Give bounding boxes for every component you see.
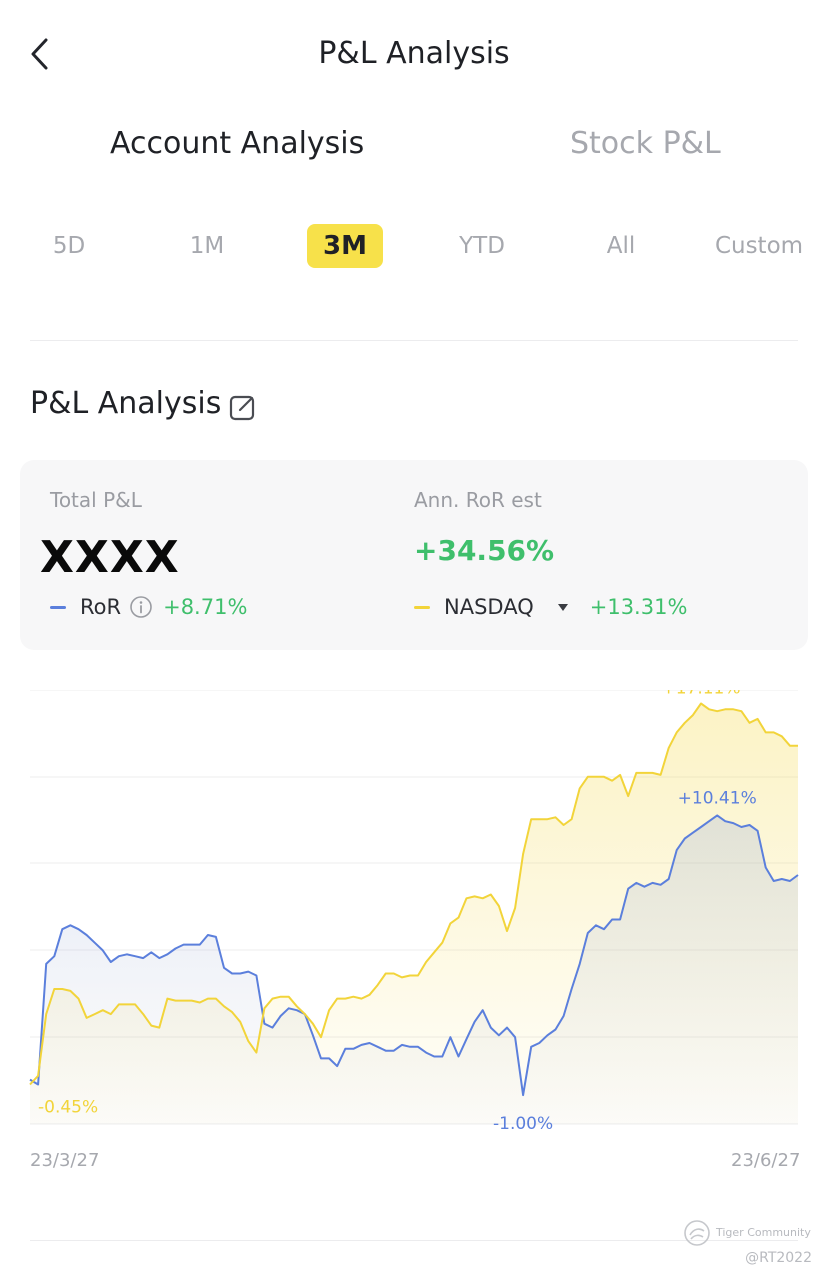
period-selector: 5D 1M 3M YTD All Custom [0, 224, 828, 268]
section-title: P&L Analysis [30, 386, 222, 421]
benchmark-label: NASDAQ [444, 595, 534, 619]
divider [30, 340, 798, 341]
top-bar: P&L Analysis [0, 0, 828, 110]
series-area-ror [30, 815, 798, 1124]
period-all[interactable]: All [592, 224, 650, 268]
x-axis-start-label: 23/3/27 [30, 1150, 100, 1171]
ann-ror-value: +34.56% [414, 534, 555, 567]
data-label: -1.00% [493, 1114, 553, 1130]
tab-stock-pnl[interactable]: Stock P&L [570, 126, 721, 161]
watermark-brand: Tiger Community [716, 1226, 811, 1239]
tiger-community-logo-icon [684, 1220, 710, 1246]
ror-swatch [50, 605, 66, 609]
legend-benchmark[interactable]: NASDAQ +13.31% [414, 592, 687, 622]
period-3m[interactable]: 3M [307, 224, 383, 268]
ann-ror-label: Ann. RoR est [414, 488, 542, 512]
tab-account-analysis[interactable]: Account Analysis [110, 126, 364, 161]
caret-down-icon[interactable] [556, 600, 570, 614]
info-icon[interactable] [129, 595, 153, 619]
data-label: +10.41% [678, 788, 757, 808]
total-pnl-label: Total P&L [50, 488, 142, 512]
period-1m[interactable]: 1M [176, 224, 238, 268]
data-label: -0.45% [38, 1098, 98, 1118]
watermark: Tiger Community @RT2022 [682, 1216, 812, 1272]
ror-label: RoR [80, 595, 122, 619]
period-ytd[interactable]: YTD [448, 224, 516, 268]
ror-value: +8.71% [163, 595, 248, 619]
total-pnl-value: XXXX [40, 532, 180, 583]
watermark-user: @RT2022 [745, 1250, 812, 1266]
page-title: P&L Analysis [318, 36, 510, 71]
x-axis-end-label: 23/6/27 [731, 1150, 801, 1171]
pnl-chart-svg: -0.45% -1.00% +17.11% +10.41% [29, 690, 799, 1130]
pnl-chart: -0.45% -1.00% +17.11% +10.41% [0, 690, 828, 1130]
analysis-tabs: Account Analysis Stock P&L [0, 126, 828, 176]
summary-card: Total P&L XXXX Ann. RoR est +34.56% RoR … [20, 460, 808, 650]
edit-icon[interactable] [228, 392, 258, 422]
benchmark-swatch [414, 605, 430, 609]
period-5d[interactable]: 5D [38, 224, 100, 268]
legend-ror: RoR +8.71% [50, 592, 247, 622]
benchmark-value: +13.31% [589, 595, 688, 619]
period-custom[interactable]: Custom [708, 224, 810, 268]
data-label: +17.11% [661, 690, 740, 699]
